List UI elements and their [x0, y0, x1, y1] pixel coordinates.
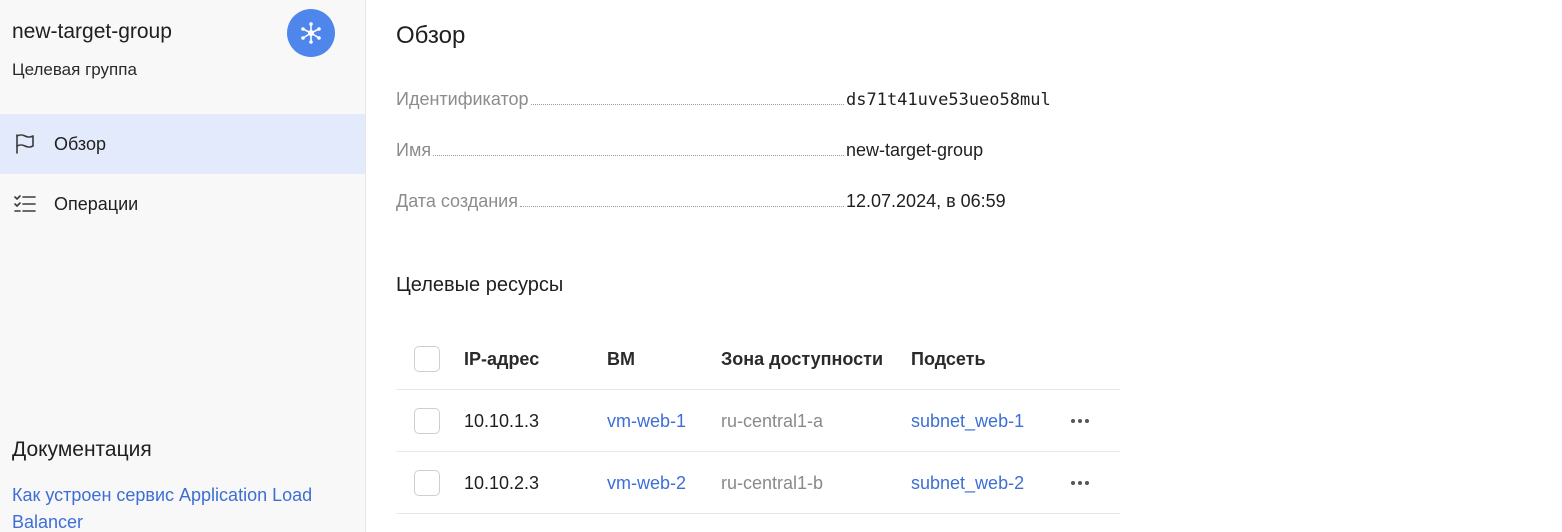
select-all-checkbox[interactable] — [414, 328, 440, 390]
more-dots-icon — [1068, 409, 1092, 433]
property-key: Имя — [396, 140, 432, 160]
dotted-leader — [519, 206, 844, 207]
property-value[interactable]: ds71t41uve53ueo58mul — [846, 90, 1076, 110]
column-header-ip[interactable]: IP-адрес — [464, 328, 539, 390]
page-title: Обзор — [396, 22, 466, 49]
ip-cell: 10.10.1.3 — [464, 410, 540, 431]
nav-item-label: Обзор — [54, 133, 106, 154]
property-key: Идентификатор — [396, 89, 529, 109]
column-header-zone[interactable]: Зона доступности — [721, 328, 883, 390]
zone-cell: ru-central1-b — [721, 472, 824, 493]
more-actions-button[interactable] — [1068, 452, 1092, 514]
sidebar: new-target-group Целевая группа Обзор Оп… — [0, 0, 366, 532]
section-title: Целевые ресурсы — [396, 274, 564, 296]
subnet-link[interactable]: subnet_web-1 — [911, 390, 1024, 452]
network-hub-icon[interactable] — [287, 9, 335, 57]
row-checkbox[interactable] — [414, 452, 440, 514]
more-actions-button[interactable] — [1068, 390, 1092, 452]
nav-item-overview[interactable]: Обзор — [0, 114, 365, 174]
property-value: new-target-group — [846, 140, 984, 160]
nav-item-label: Операции — [54, 193, 139, 214]
vm-link[interactable]: vm-web-1 — [607, 390, 686, 452]
more-dots-icon — [1068, 471, 1092, 495]
property-row-name: Имя new-target-group — [396, 137, 1076, 161]
property-key: Дата создания — [396, 191, 518, 211]
table-row: 10.10.2.3 vm-web-2 ru-central1-b subnet_… — [396, 452, 1120, 514]
resources-table: IP-адрес ВМ Зона доступности Подсеть 10.… — [396, 328, 1120, 514]
table-row: 10.10.1.3 vm-web-1 ru-central1-a subnet_… — [396, 390, 1120, 452]
nav-item-operations[interactable]: Операции — [0, 174, 365, 234]
property-value: 12.07.2024, в 06:59 — [846, 191, 1006, 211]
flag-icon — [12, 131, 38, 157]
column-header-vm[interactable]: ВМ — [607, 328, 635, 390]
resource-type: Целевая группа — [12, 60, 137, 79]
property-row-created: Дата создания 12.07.2024, в 06:59 — [396, 188, 1076, 212]
property-row-id: Идентификатор ds71t41uve53ueo58mul — [396, 86, 1076, 110]
resource-title: new-target-group — [12, 20, 172, 43]
ip-cell: 10.10.2.3 — [464, 472, 540, 493]
row-checkbox[interactable] — [414, 390, 440, 452]
docs-title: Документация — [12, 438, 152, 461]
column-header-subnet[interactable]: Подсеть — [911, 328, 986, 390]
subnet-link[interactable]: subnet_web-2 — [911, 452, 1024, 514]
docs-link[interactable]: Как устроен сервис Application Load Bala… — [12, 482, 332, 532]
table-header-row: IP-адрес ВМ Зона доступности Подсеть — [396, 328, 1120, 390]
dotted-leader — [433, 155, 844, 156]
main-content: Обзор Идентификатор ds71t41uve53ueo58mul… — [396, 0, 1536, 532]
dotted-leader — [530, 104, 844, 105]
vm-link[interactable]: vm-web-2 — [607, 452, 686, 514]
checklist-icon — [12, 191, 38, 217]
zone-cell: ru-central1-a — [721, 410, 824, 431]
